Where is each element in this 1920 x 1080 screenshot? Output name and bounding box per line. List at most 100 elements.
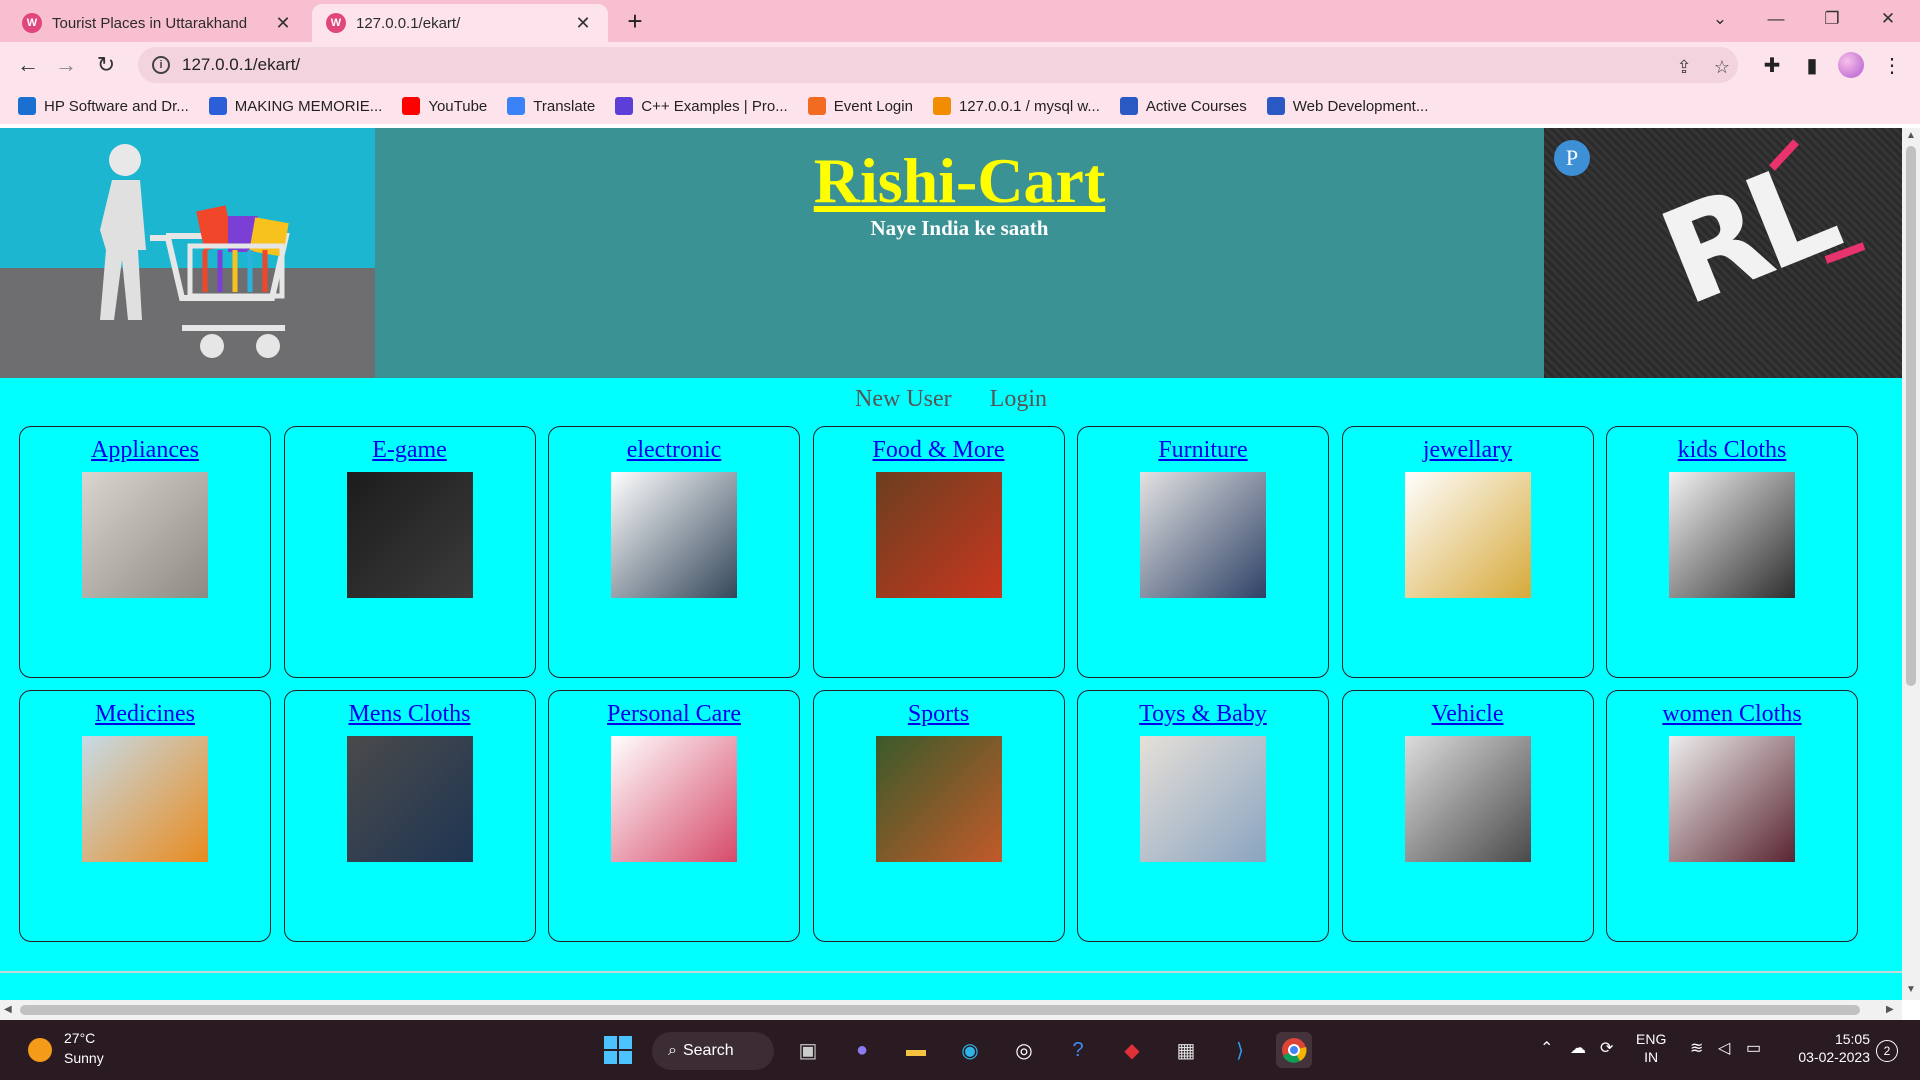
category-link[interactable]: Toys & Baby	[1078, 701, 1328, 728]
bookmark-item[interactable]: 127.0.0.1 / mysql w...	[932, 97, 1100, 115]
category-link[interactable]: Sports	[814, 701, 1064, 728]
bookmark-item[interactable]: MAKING MEMORIE...	[208, 97, 382, 115]
category-card[interactable]: women Cloths	[1606, 690, 1858, 942]
vscode-icon[interactable]: ⟩	[1222, 1032, 1258, 1068]
category-card[interactable]: Vehicle	[1341, 690, 1594, 942]
bookmark-item[interactable]: Active Courses	[1119, 97, 1247, 115]
tab-search-chevron-icon[interactable]: ⌄	[1692, 0, 1748, 38]
restore-button[interactable]: ❐	[1804, 0, 1860, 38]
category-link[interactable]: Appliances	[20, 437, 270, 464]
scroll-down-icon[interactable]: ▼	[1906, 984, 1916, 995]
sync-icon[interactable]: ⟳	[1600, 1038, 1613, 1058]
bookmark-item[interactable]: C++ Examples | Pro...	[615, 97, 788, 115]
scroll-up-icon[interactable]: ▲	[1906, 130, 1916, 141]
category-image[interactable]	[875, 736, 1002, 862]
vertical-scroll-thumb[interactable]	[1906, 146, 1916, 686]
category-link[interactable]: Furniture	[1078, 437, 1328, 464]
category-card[interactable]: Furniture	[1077, 426, 1329, 678]
teams-chat-icon[interactable]: ●	[844, 1032, 880, 1068]
category-image[interactable]	[875, 472, 1002, 598]
category-card[interactable]: Sports	[812, 690, 1065, 942]
category-image[interactable]	[1669, 736, 1795, 862]
language-indicator[interactable]: ENG IN	[1636, 1030, 1666, 1066]
login-link[interactable]: Login	[990, 386, 1047, 412]
help-icon[interactable]: ?	[1060, 1032, 1096, 1068]
vertical-scrollbar[interactable]: ▲ ▼	[1902, 128, 1920, 1000]
category-image[interactable]	[1669, 472, 1795, 598]
category-image[interactable]	[346, 472, 473, 598]
forward-button[interactable]: →	[50, 49, 82, 81]
menu-kebab-icon[interactable]: ⋮	[1876, 49, 1908, 81]
share-icon[interactable]: ⇪	[1672, 55, 1696, 79]
bookmark-item[interactable]: HP Software and Dr...	[18, 97, 189, 115]
category-link[interactable]: Food & More	[814, 437, 1064, 464]
close-icon[interactable]: ✕	[272, 12, 294, 34]
category-image[interactable]	[1404, 736, 1531, 862]
minimize-button[interactable]: —	[1748, 0, 1804, 38]
category-card[interactable]: Medicines	[19, 690, 271, 942]
category-link[interactable]: Vehicle	[1343, 701, 1593, 728]
volume-icon[interactable]: ◁	[1718, 1038, 1730, 1058]
tab-tourist-places[interactable]: W Tourist Places in Uttarakhand ✕	[8, 4, 308, 42]
onedrive-cloud-icon[interactable]: ☁	[1570, 1038, 1586, 1058]
weather-temperature[interactable]: 27°C	[64, 1030, 95, 1046]
extensions-icon[interactable]: ✚	[1756, 49, 1788, 81]
category-image[interactable]	[1404, 472, 1531, 598]
battery-icon[interactable]: ▭	[1746, 1038, 1761, 1058]
bookmark-item[interactable]: YouTube	[402, 97, 487, 115]
category-link[interactable]: Medicines	[20, 701, 270, 728]
category-link[interactable]: jewellary	[1343, 437, 1593, 464]
horizontal-scroll-thumb[interactable]	[20, 1005, 1860, 1015]
profile-avatar[interactable]	[1838, 52, 1864, 78]
tab-ekart[interactable]: W 127.0.0.1/ekart/ ✕	[312, 4, 608, 42]
notification-badge[interactable]: 2	[1876, 1040, 1898, 1062]
back-button[interactable]: ←	[12, 49, 44, 81]
edge-icon[interactable]: ◉	[952, 1032, 988, 1068]
category-card[interactable]: Personal Care	[548, 690, 800, 942]
category-image[interactable]	[82, 736, 208, 862]
category-link[interactable]: electronic	[549, 437, 799, 464]
bookmark-item[interactable]: Event Login	[807, 97, 913, 115]
category-image[interactable]	[611, 472, 737, 598]
category-card[interactable]: electronic	[548, 426, 800, 678]
category-card[interactable]: E-game	[283, 426, 536, 678]
site-title[interactable]: Rishi-Cart	[375, 144, 1544, 218]
window-close-button[interactable]: ✕	[1860, 0, 1916, 38]
horizontal-scrollbar[interactable]: ◀ ▶	[0, 1000, 1902, 1020]
chevron-up-icon[interactable]: ⌃	[1540, 1038, 1553, 1058]
bookmark-item[interactable]: Web Development...	[1266, 97, 1428, 115]
scroll-right-icon[interactable]: ▶	[1886, 1004, 1894, 1015]
category-card[interactable]: Appliances	[19, 426, 271, 678]
new-tab-button[interactable]: +	[618, 6, 652, 36]
bookmark-item[interactable]: Translate	[507, 97, 595, 115]
category-link[interactable]: women Cloths	[1607, 701, 1857, 728]
category-card[interactable]: jewellary	[1341, 426, 1594, 678]
github-icon[interactable]: ◎	[1006, 1032, 1042, 1068]
category-link[interactable]: Personal Care	[549, 701, 799, 728]
category-image[interactable]	[82, 472, 208, 598]
url-text[interactable]: 127.0.0.1/ekart/	[182, 55, 300, 75]
category-link[interactable]: Mens Cloths	[285, 701, 535, 728]
mcafee-icon[interactable]: ◆	[1114, 1032, 1150, 1068]
category-card[interactable]: Mens Cloths	[283, 690, 536, 942]
category-card[interactable]: Toys & Baby	[1077, 690, 1329, 942]
weather-description[interactable]: Sunny	[64, 1050, 104, 1066]
category-link[interactable]: kids Cloths	[1607, 437, 1857, 464]
scroll-left-icon[interactable]: ◀	[4, 1004, 12, 1015]
site-info-icon[interactable]: i	[152, 56, 170, 74]
side-panel-icon[interactable]: ▮	[1796, 49, 1828, 81]
category-image[interactable]	[1140, 472, 1266, 598]
bookmark-star-icon[interactable]: ☆	[1710, 55, 1734, 79]
taskbar-search-button[interactable]: ⌕ Search	[652, 1032, 774, 1070]
category-card[interactable]: kids Cloths	[1606, 426, 1858, 678]
address-bar[interactable]: i 127.0.0.1/ekart/ ⇪ ☆	[138, 47, 1738, 83]
new-user-link[interactable]: New User	[855, 386, 952, 412]
windows-start-icon[interactable]	[600, 1032, 636, 1068]
category-image[interactable]	[611, 736, 737, 862]
system-clock[interactable]: 15:05 03-02-2023	[1786, 1030, 1870, 1066]
category-link[interactable]: E-game	[285, 437, 535, 464]
category-image[interactable]	[1140, 736, 1266, 862]
file-explorer-icon[interactable]: ▬	[898, 1032, 934, 1068]
wifi-icon[interactable]: ≋	[1690, 1038, 1703, 1058]
chrome-icon[interactable]	[1276, 1032, 1312, 1068]
